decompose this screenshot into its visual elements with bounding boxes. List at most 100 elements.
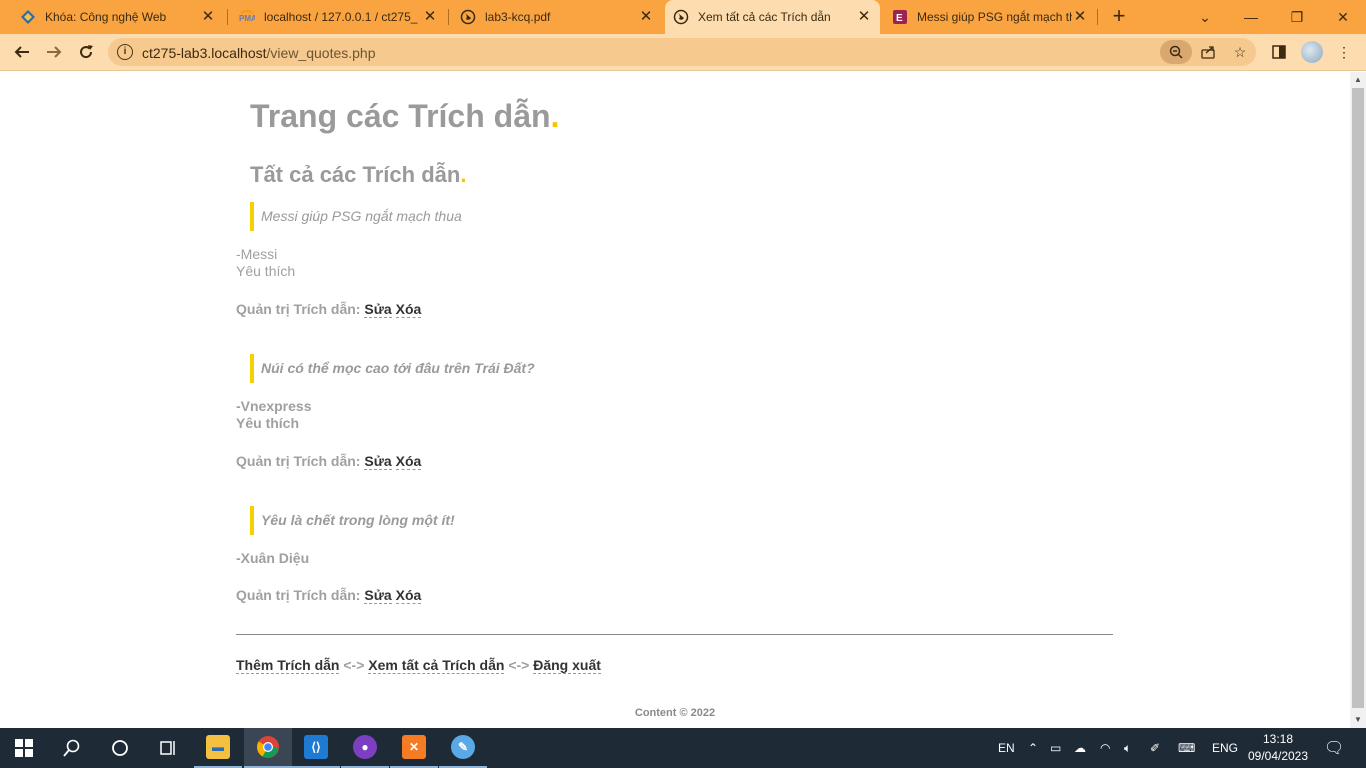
quote-favorite: Yêu thích [236, 415, 300, 431]
reload-icon[interactable] [73, 39, 99, 65]
news-icon: E [892, 9, 908, 25]
tab-khoa-cong-nghe-web[interactable]: Khóa: Công nghệ Web ✕ [12, 0, 224, 34]
tab-messi-news[interactable]: E Messi giúp PSG ngắt mạch th ✕ [884, 0, 1096, 34]
subtitle-dot: . [460, 162, 467, 187]
input-language[interactable]: EN [998, 728, 1015, 768]
volume-icon[interactable]: 🔈︎ [1124, 728, 1131, 768]
profile-avatar[interactable] [1301, 41, 1323, 63]
vscode-icon[interactable]: ⟨⟩ [292, 728, 340, 768]
edit-link[interactable]: Sửa [364, 587, 392, 604]
tab-title: Messi giúp PSG ngắt mạch th [917, 10, 1072, 24]
url-text[interactable]: ct275-lab3.localhost/view_quotes.php [142, 45, 376, 61]
admin-label: Quản trị Trích dẫn: [236, 587, 361, 603]
restore-button[interactable]: ❐ [1274, 0, 1320, 34]
quote-author: -Messi [236, 246, 278, 262]
quote-admin: Quản trị Trích dẫn: Sửa Xóa [236, 301, 422, 318]
bookmark-star-icon[interactable]: ☆ [1228, 40, 1252, 64]
delete-link[interactable]: Xóa [395, 587, 422, 604]
file-explorer-icon[interactable]: ▬ [194, 728, 242, 768]
tab-title: localhost / 127.0.0.1 / ct275_ [264, 10, 418, 24]
logout-link[interactable]: Đăng xuất [533, 657, 601, 674]
close-icon[interactable]: ✕ [638, 9, 654, 25]
quote-favorite: Yêu thích [236, 263, 296, 279]
tab-phpmyadmin[interactable]: PMA localhost / 127.0.0.1 / ct275_ ✕ [231, 0, 446, 34]
title-dot: . [550, 98, 560, 134]
close-icon[interactable]: ✕ [856, 9, 872, 25]
delete-link[interactable]: Xóa [395, 301, 422, 318]
github-desktop-icon[interactable]: ● [341, 728, 389, 768]
task-view-icon[interactable] [144, 728, 192, 768]
wifi-icon[interactable]: ◠ [1100, 728, 1110, 768]
copyright-text: Content © 2022 [634, 707, 716, 719]
delete-link[interactable]: Xóa [395, 453, 422, 470]
globe-icon [673, 9, 689, 25]
xampp-icon[interactable]: ✕ [390, 728, 438, 768]
close-icon[interactable]: ✕ [200, 9, 216, 25]
tab-search-chevron-icon[interactable]: ⌄ [1182, 0, 1228, 34]
windows-taskbar: ▬ ⟨⟩ ● ✕ ✎ EN ⌃ ▭ ☁ ◠ 🔈︎ ✐ ⌨ ENG 13:18 0… [0, 728, 1366, 768]
tab-view-quotes[interactable]: Xem tất cả các Trích dẫn ✕ [665, 0, 880, 34]
clock-date: 09/04/2023 [1247, 749, 1309, 763]
close-icon[interactable]: ✕ [1072, 9, 1088, 25]
url-path: /view_quotes.php [266, 45, 376, 61]
tab-title: Khóa: Công nghệ Web [45, 10, 167, 24]
paint-icon[interactable]: ✎ [439, 728, 487, 768]
touch-keyboard-icon[interactable]: ⌨ [1178, 728, 1195, 768]
tab-title: lab3-kcq.pdf [485, 10, 551, 24]
scroll-up-arrow-icon[interactable]: ▲ [1350, 72, 1366, 88]
page-subtitle-text: Tất cả các Trích dẫn [250, 162, 461, 187]
battery-icon[interactable]: ▭ [1050, 728, 1061, 768]
clock-time: 13:18 [1262, 732, 1294, 746]
share-icon[interactable] [1196, 40, 1220, 64]
close-icon[interactable]: ✕ [422, 9, 438, 25]
search-icon[interactable] [48, 728, 96, 768]
windows-start-icon[interactable] [0, 728, 48, 768]
notification-icon[interactable]: 🗨︎ [1324, 728, 1344, 768]
svg-text:E: E [896, 13, 903, 24]
tab-separator [1097, 9, 1098, 25]
tab-separator [448, 9, 449, 25]
view-all-quotes-link[interactable]: Xem tất cả Trích dẫn [368, 657, 505, 674]
page-viewport: Trang các Trích dẫn. Tất cả các Trích dẫ… [0, 72, 1350, 728]
onedrive-cloud-icon[interactable]: ☁ [1074, 728, 1086, 768]
phpmyadmin-icon: PMA [239, 9, 255, 25]
tab-lab3-pdf[interactable]: lab3-kcq.pdf ✕ [452, 0, 662, 34]
quote-admin: Quản trị Trích dẫn: Sửa Xóa [236, 587, 422, 604]
page-subtitle: Tất cả các Trích dẫn. [250, 162, 466, 188]
minimize-button[interactable]: — [1228, 0, 1274, 34]
zoom-icon[interactable] [1160, 40, 1192, 64]
scroll-down-arrow-icon[interactable]: ▼ [1350, 712, 1366, 728]
tab-separator [227, 9, 228, 25]
close-window-button[interactable]: ✕ [1320, 0, 1366, 34]
back-arrow-icon[interactable] [9, 39, 35, 65]
admin-label: Quản trị Trích dẫn: [236, 301, 361, 317]
browser-toolbar: i ct275-lab3.localhost/view_quotes.php ☆… [0, 34, 1366, 71]
svg-text:PMA: PMA [239, 14, 255, 23]
add-quote-link[interactable]: Thêm Trích dẫn [236, 657, 340, 674]
page-title-text: Trang các Trích dẫn [250, 98, 551, 134]
scrollbar-thumb[interactable] [1352, 88, 1364, 708]
pen-icon[interactable]: ✐ [1150, 728, 1160, 768]
nav-separator: <-> [508, 657, 530, 673]
browser-tab-strip: Khóa: Công nghệ Web ✕ PMA localhost / 12… [0, 0, 1366, 34]
page-scrollbar[interactable]: ▲ ▼ [1350, 72, 1366, 728]
address-bar[interactable]: i ct275-lab3.localhost/view_quotes.php ☆ [108, 38, 1256, 66]
cortana-icon[interactable] [96, 728, 144, 768]
ime-indicator[interactable]: ENG [1212, 728, 1238, 768]
url-host: ct275-lab3.localhost [142, 45, 267, 61]
quote-text: Yêu là chết trong lòng một ít! [250, 506, 850, 535]
edit-link[interactable]: Sửa [364, 453, 392, 470]
new-tab-button[interactable]: + [1108, 5, 1130, 27]
page-title: Trang các Trích dẫn. [250, 98, 559, 135]
forward-arrow-icon[interactable] [41, 39, 67, 65]
nav-separator: <-> [343, 657, 365, 673]
tray-chevron-up-icon[interactable]: ⌃ [1028, 728, 1038, 768]
chrome-icon[interactable] [244, 728, 292, 768]
quote-admin: Quản trị Trích dẫn: Sửa Xóa [236, 453, 422, 470]
system-clock[interactable]: 13:18 09/04/2023 [1246, 731, 1310, 765]
quote-text: Núi có thể mọc cao tới đâu trên Trái Đất… [250, 354, 850, 383]
site-info-icon[interactable]: i [117, 44, 133, 60]
menu-kebab-icon[interactable]: ⋮ [1332, 40, 1356, 64]
side-panel-icon[interactable] [1267, 40, 1291, 64]
edit-link[interactable]: Sửa [364, 301, 392, 318]
